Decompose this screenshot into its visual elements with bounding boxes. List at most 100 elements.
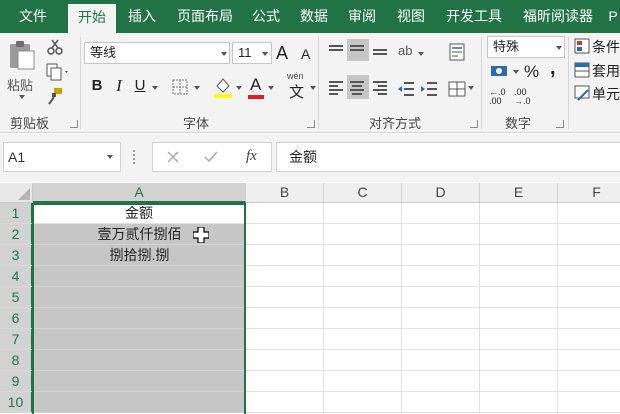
align-bottom-icon[interactable] — [373, 49, 389, 63]
merge-center-icon[interactable] — [448, 81, 466, 97]
percent-button[interactable]: % — [524, 62, 539, 82]
cell-d10[interactable] — [402, 392, 480, 413]
column-header-e[interactable]: E — [480, 183, 558, 203]
borders-icon[interactable] — [172, 79, 192, 97]
accounting-format-icon[interactable] — [490, 64, 510, 80]
orientation-button[interactable]: ab — [398, 43, 412, 58]
cell-b1[interactable] — [246, 203, 324, 224]
wrap-text-icon[interactable] — [448, 43, 466, 61]
cell-c6[interactable] — [324, 308, 402, 329]
shrink-font-button[interactable]: A — [301, 46, 310, 62]
cell-e1[interactable] — [480, 203, 558, 224]
increase-indent-icon[interactable] — [420, 81, 438, 97]
cell-f2[interactable] — [558, 224, 620, 245]
italic-button[interactable]: I — [112, 75, 126, 99]
cell-f8[interactable] — [558, 350, 620, 371]
cell-f10[interactable] — [558, 392, 620, 413]
row-header[interactable]: 4 — [0, 266, 33, 287]
copy-icon[interactable] — [46, 63, 70, 81]
grow-font-button[interactable]: A — [276, 43, 288, 64]
cell-e9[interactable] — [480, 371, 558, 392]
cell-d1[interactable] — [402, 203, 480, 224]
font-color-dropdown-icon[interactable] — [268, 86, 274, 90]
align-top-icon[interactable] — [329, 45, 345, 59]
cell-b8[interactable] — [246, 350, 324, 371]
tab-view[interactable]: 视图 — [388, 0, 434, 33]
fill-color-dropdown-icon[interactable] — [236, 86, 242, 90]
cut-icon[interactable] — [46, 38, 64, 56]
cell-d6[interactable] — [402, 308, 480, 329]
cell-b7[interactable] — [246, 329, 324, 350]
cell-c10[interactable] — [324, 392, 402, 413]
formula-input[interactable]: 金额 — [276, 142, 620, 172]
cell-f5[interactable] — [558, 287, 620, 308]
column-header-c[interactable]: C — [324, 183, 402, 203]
tab-insert[interactable]: 插入 — [118, 0, 166, 33]
column-header-a[interactable]: A — [33, 183, 246, 203]
select-all-corner[interactable] — [0, 183, 33, 203]
cell-b3[interactable] — [246, 245, 324, 266]
cell-b4[interactable] — [246, 266, 324, 287]
cell-c3[interactable] — [324, 245, 402, 266]
tab-review[interactable]: 审阅 — [340, 0, 384, 33]
font-name-dropdown-icon[interactable] — [221, 52, 227, 56]
cell-d4[interactable] — [402, 266, 480, 287]
cell-a5[interactable] — [33, 287, 246, 308]
cell-a8[interactable] — [33, 350, 246, 371]
row-header[interactable]: 7 — [0, 329, 33, 350]
font-color-button[interactable]: A — [250, 75, 261, 95]
number-launcher-icon[interactable] — [556, 120, 564, 128]
cell-b2[interactable] — [246, 224, 324, 245]
format-as-table-icon[interactable] — [574, 62, 590, 78]
cell-c4[interactable] — [324, 266, 402, 287]
cell-f4[interactable] — [558, 266, 620, 287]
cell-a9[interactable] — [33, 371, 246, 392]
cell-a3[interactable]: 捌拾捌.捌 — [33, 245, 246, 266]
column-header-b[interactable]: B — [246, 183, 324, 203]
orientation-dropdown-icon[interactable] — [418, 52, 424, 56]
bold-button[interactable]: B — [88, 75, 106, 99]
cell-c2[interactable] — [324, 224, 402, 245]
name-box-dropdown-icon[interactable] — [107, 155, 113, 159]
decrease-decimal-button[interactable]: .00 →.0 — [514, 88, 534, 106]
conditional-format-button[interactable]: 条件 — [592, 37, 620, 57]
cell-c8[interactable] — [324, 350, 402, 371]
cell-a10[interactable] — [33, 392, 246, 413]
align-right-icon[interactable] — [373, 81, 389, 95]
cell-f7[interactable] — [558, 329, 620, 350]
underline-button[interactable]: U — [132, 75, 148, 99]
enter-icon[interactable] — [203, 150, 219, 164]
cell-d9[interactable] — [402, 371, 480, 392]
tab-developer[interactable]: 开发工具 — [438, 0, 510, 33]
cell-a2[interactable]: 壹万贰仟捌佰 — [33, 224, 246, 245]
cell-b9[interactable] — [246, 371, 324, 392]
cell-a7[interactable] — [33, 329, 246, 350]
row-header[interactable]: 9 — [0, 371, 33, 392]
cell-e5[interactable] — [480, 287, 558, 308]
merge-dropdown-icon[interactable] — [468, 86, 474, 90]
cell-e7[interactable] — [480, 329, 558, 350]
cell-a6[interactable] — [33, 308, 246, 329]
column-header-f[interactable]: F — [558, 183, 620, 203]
cell-d5[interactable] — [402, 287, 480, 308]
row-header[interactable]: 6 — [0, 308, 33, 329]
tab-home[interactable]: 开始 — [68, 4, 116, 33]
cell-d8[interactable] — [402, 350, 480, 371]
number-format-dropdown-icon[interactable] — [556, 46, 562, 50]
tab-data[interactable]: 数据 — [292, 0, 336, 33]
tab-page-layout[interactable]: 页面布局 — [170, 0, 240, 33]
formula-bar-splitter[interactable] — [133, 150, 135, 164]
row-header[interactable]: 8 — [0, 350, 33, 371]
phonetic-guide-button[interactable]: 文 — [289, 81, 304, 102]
format-as-table-button[interactable]: 套用 — [592, 61, 620, 81]
cell-d2[interactable] — [402, 224, 480, 245]
tab-formulas[interactable]: 公式 — [244, 0, 288, 33]
clipboard-launcher-icon[interactable] — [70, 120, 78, 128]
cell-d3[interactable] — [402, 245, 480, 266]
increase-decimal-button[interactable]: ←.0 .00 — [489, 88, 509, 106]
cell-f3[interactable] — [558, 245, 620, 266]
cell-e6[interactable] — [480, 308, 558, 329]
cell-styles-button[interactable]: 单元 — [592, 84, 620, 104]
cell-c7[interactable] — [324, 329, 402, 350]
cell-styles-icon[interactable] — [574, 85, 590, 101]
